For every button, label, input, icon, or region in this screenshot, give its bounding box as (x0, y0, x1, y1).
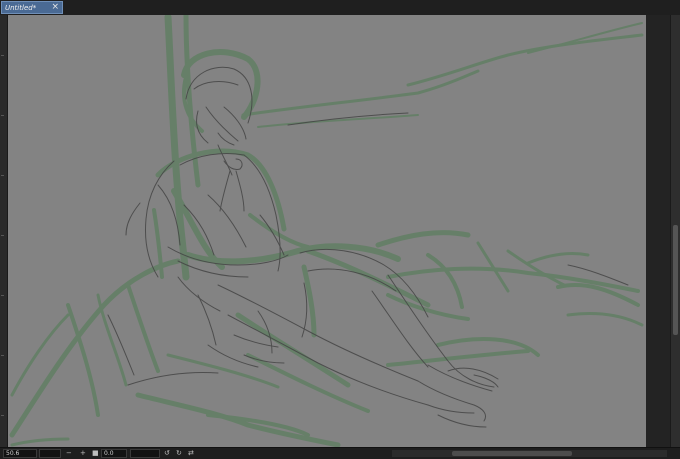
ruler-tick (1, 115, 4, 116)
zoom-value: 50.6 (6, 450, 20, 457)
left-ruler (0, 15, 8, 447)
horizontal-scrollbar[interactable] (392, 450, 667, 457)
status-bar: 50.6 − + ■ 0.0 ↺ ↻ ⇄ (0, 447, 680, 459)
ruler-tick (1, 295, 4, 296)
drawing-canvas[interactable] (8, 15, 646, 447)
canvas-margin (646, 15, 670, 447)
tab-title: Untitled* (5, 3, 37, 12)
green-rough-layer (9, 15, 644, 447)
zoom-slider[interactable] (39, 449, 61, 458)
zoom-out-icon[interactable]: − (66, 448, 72, 458)
ruler-tick (1, 235, 4, 236)
ruler-tick (1, 55, 4, 56)
rotation-slider[interactable] (130, 449, 160, 458)
vertical-scrollbar-thumb[interactable] (673, 225, 678, 335)
paint-app-window: Untitled* × 50.6 − + ■ 0.0 ↺ ↻ ⇄ (0, 0, 680, 459)
tab-bar: Untitled* × (0, 0, 680, 16)
flip-horizontal-icon[interactable]: ⇄ (188, 448, 194, 458)
close-icon[interactable]: × (51, 2, 59, 13)
rotate-left-icon[interactable]: ↺ (164, 448, 170, 458)
rotate-right-icon[interactable]: ↻ (176, 448, 182, 458)
angle-value: 0.0 (104, 450, 114, 457)
canvas-tab[interactable]: Untitled* × (1, 1, 63, 14)
horizontal-scrollbar-thumb[interactable] (452, 451, 572, 456)
fit-view-icon[interactable]: ■ (92, 448, 99, 458)
zoom-field[interactable]: 50.6 (3, 449, 37, 458)
ruler-tick (1, 415, 4, 416)
ruler-tick (1, 175, 4, 176)
zoom-in-icon[interactable]: + (80, 448, 86, 458)
angle-field[interactable]: 0.0 (101, 449, 127, 458)
sketch-artwork (9, 15, 644, 447)
vertical-scrollbar[interactable] (670, 15, 680, 447)
ruler-tick (1, 355, 4, 356)
